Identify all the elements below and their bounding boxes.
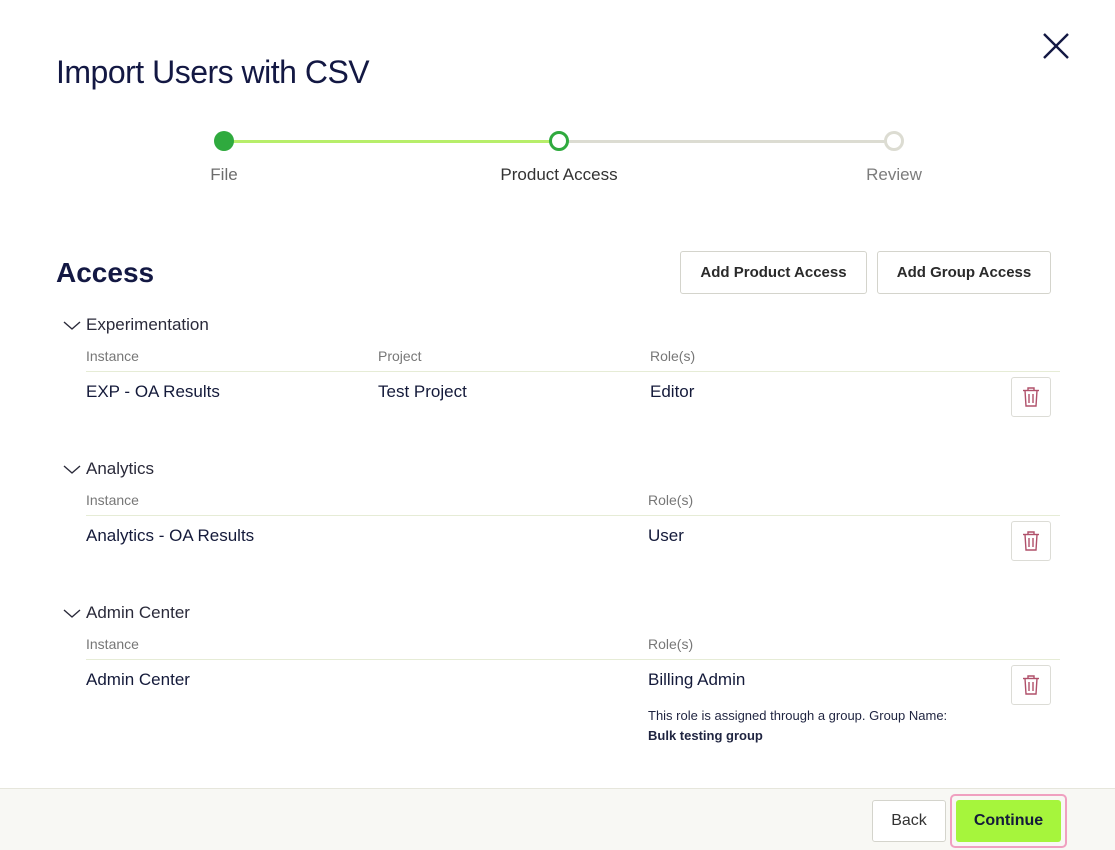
column-header-instance: Instance xyxy=(86,348,139,364)
section-title: Analytics xyxy=(86,459,155,478)
progress-stepper: File Product Access Review xyxy=(0,128,1115,188)
column-header-roles: Role(s) xyxy=(648,636,694,652)
instance-cell: EXP - OA Results xyxy=(86,382,220,401)
step-review-label: Review xyxy=(866,165,922,184)
step-file-indicator xyxy=(214,131,234,151)
step-file-label: File xyxy=(210,165,238,184)
add-group-access-button[interactable]: Add Group Access xyxy=(877,251,1051,294)
experimentation-section-toggle[interactable]: Experimentation xyxy=(62,313,209,337)
role-cell: Editor xyxy=(650,382,695,401)
column-header-instance: Instance xyxy=(86,636,139,652)
continue-focus-ring: Continue xyxy=(950,794,1067,848)
trash-icon xyxy=(1023,675,1039,695)
add-product-access-button[interactable]: Add Product Access xyxy=(680,251,867,294)
instance-cell: Analytics - OA Results xyxy=(86,526,255,545)
trash-icon xyxy=(1023,531,1039,551)
delete-analytics-access-button[interactable] xyxy=(1011,521,1051,561)
chevron-down-icon xyxy=(63,321,81,330)
trash-icon xyxy=(1023,387,1039,407)
chevron-down-icon xyxy=(63,609,81,618)
close-icon xyxy=(1043,33,1069,59)
project-cell: Test Project xyxy=(378,382,467,401)
column-header-instance: Instance xyxy=(86,492,139,508)
dialog-title: Import Users with CSV xyxy=(56,54,370,90)
column-header-roles: Role(s) xyxy=(648,492,694,508)
divider xyxy=(86,515,1060,516)
group-assignment-note: This role is assigned through a group. G… xyxy=(648,706,947,746)
group-name: Bulk testing group xyxy=(648,728,763,743)
role-cell: Billing Admin xyxy=(648,670,746,689)
role-cell: User xyxy=(648,526,684,545)
analytics-section-toggle[interactable]: Analytics xyxy=(62,457,154,481)
divider xyxy=(86,371,1060,372)
stepper-remaining-line xyxy=(559,140,894,143)
section-title: Experimentation xyxy=(86,315,209,334)
dialog-footer: Back Continue xyxy=(0,788,1115,850)
step-review-indicator xyxy=(884,131,904,151)
stepper-progress-line xyxy=(224,140,559,143)
column-header-project: Project xyxy=(378,348,422,364)
admin-center-section-toggle[interactable]: Admin Center xyxy=(62,601,190,625)
instance-cell: Admin Center xyxy=(86,670,190,689)
group-assignment-text: This role is assigned through a group. G… xyxy=(648,708,948,723)
column-header-roles: Role(s) xyxy=(650,348,696,364)
back-button[interactable]: Back xyxy=(872,800,946,842)
delete-admin-center-access-button[interactable] xyxy=(1011,665,1051,705)
import-users-dialog: Import Users with CSV File Product Acces… xyxy=(0,0,1115,850)
step-product-access-indicator xyxy=(549,131,569,151)
chevron-down-icon xyxy=(63,465,81,474)
divider xyxy=(86,659,1060,660)
step-product-access-label: Product Access xyxy=(500,165,618,184)
continue-button[interactable]: Continue xyxy=(956,800,1061,842)
access-heading: Access xyxy=(56,257,155,288)
delete-experimentation-access-button[interactable] xyxy=(1011,377,1051,417)
close-button[interactable] xyxy=(1038,28,1074,64)
section-title: Admin Center xyxy=(86,603,190,622)
